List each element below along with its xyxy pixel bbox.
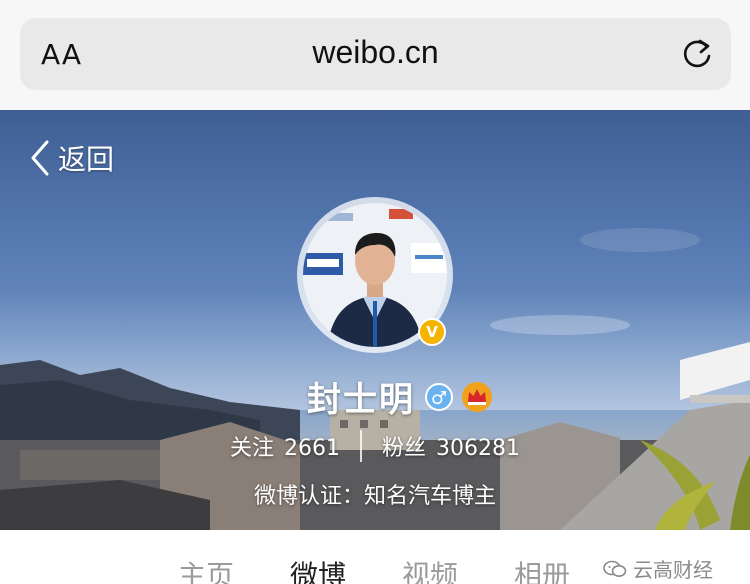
browser-toolbar: AA weibo.cn [0, 0, 750, 110]
back-label: 返回 [58, 143, 115, 176]
tab-weibo[interactable]: 微博 [290, 554, 346, 584]
chevron-left-icon [31, 140, 49, 176]
verified-badge: V [418, 318, 446, 346]
tab-albums[interactable]: 相册 [514, 554, 570, 584]
crown-icon[interactable] [461, 381, 493, 413]
profile-stats: 关注 2661 粉丝 306281 [0, 430, 750, 462]
verification-text: 微博认证：知名汽车博主 [253, 484, 496, 509]
followers-label: 粉丝 [382, 436, 427, 461]
followers-count: 306281 [436, 436, 520, 461]
address-bar[interactable]: AA weibo.cn [20, 18, 731, 90]
following-stat[interactable]: 关注 2661 [230, 430, 340, 462]
tab-videos[interactable]: 视频 [402, 554, 458, 584]
following-label: 关注 [229, 436, 274, 461]
profile-cover: 返回 V 封士明 ♂ 关注 2661 粉丝 306281 微博认证：知名汽车博主 [0, 110, 750, 530]
wechat-icon [603, 560, 627, 577]
profile-name-row: 封士明 ♂ [0, 372, 750, 421]
male-gender-icon: ♂ [425, 382, 453, 411]
stats-divider [360, 430, 362, 462]
watermark-text: 云高财经 [633, 558, 713, 582]
status-bar [0, 0, 750, 12]
followers-stat[interactable]: 粉丝 306281 [382, 430, 520, 462]
profile-name: 封士明 [307, 380, 415, 420]
url-text[interactable]: weibo.cn [20, 34, 731, 71]
following-count: 2661 [284, 436, 340, 461]
watermark: 云高财经 [603, 554, 713, 583]
reload-icon[interactable] [677, 34, 717, 74]
back-button[interactable]: 返回 [30, 138, 114, 178]
tab-home[interactable]: 主页 [178, 554, 234, 584]
